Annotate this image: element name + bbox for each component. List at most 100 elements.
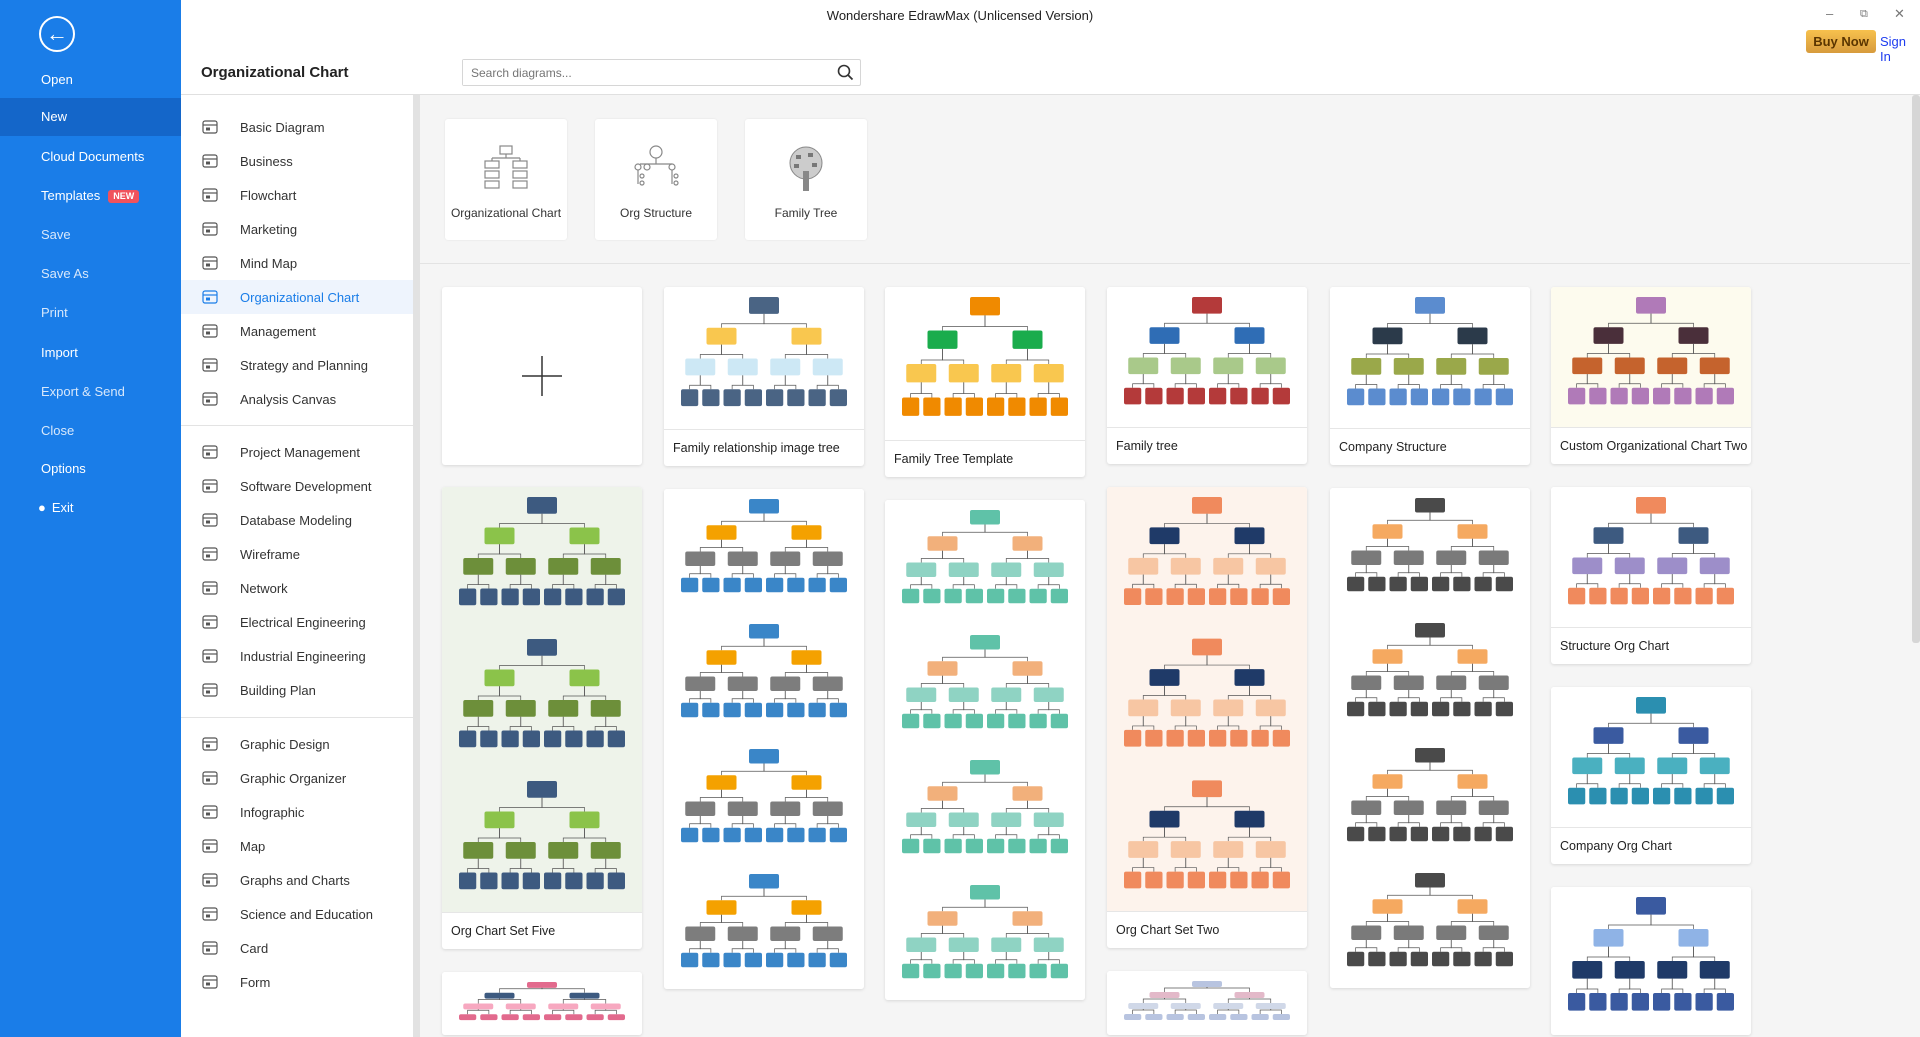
template-card[interactable]: Org Chart Set Two bbox=[1107, 487, 1307, 948]
menu-item-new[interactable]: New bbox=[0, 98, 181, 136]
type-card-organizational-chart[interactable]: Organizational Chart bbox=[445, 119, 567, 240]
category-label: Card bbox=[240, 940, 269, 956]
plus-icon[interactable] bbox=[520, 354, 564, 403]
category-wireframe[interactable]: Wireframe bbox=[181, 537, 413, 571]
section-divider bbox=[420, 263, 1910, 264]
template-card[interactable] bbox=[1107, 971, 1307, 1035]
menu-item-options[interactable]: Options bbox=[0, 450, 181, 488]
menu-item-open[interactable]: Open bbox=[0, 61, 181, 99]
template-title: Family Tree Template bbox=[894, 452, 1014, 466]
strategy-icon bbox=[201, 356, 240, 374]
category-software-development[interactable]: Software Development bbox=[181, 469, 413, 503]
template-title: Family relationship image tree bbox=[673, 441, 840, 455]
category-graphic-design[interactable]: Graphic Design bbox=[181, 727, 413, 761]
category-marketing[interactable]: Marketing bbox=[181, 212, 413, 246]
restore-button[interactable]: ⧉ bbox=[1860, 8, 1868, 21]
category-label: Graphic Organizer bbox=[240, 770, 347, 786]
category-database-modeling[interactable]: Database Modeling bbox=[181, 503, 413, 537]
category-graphic-organizer[interactable]: Graphic Organizer bbox=[181, 761, 413, 795]
template-card[interactable]: Org Chart Set Five bbox=[442, 487, 642, 949]
menu-item-save[interactable]: Save bbox=[0, 216, 181, 254]
category-basic-diagram[interactable]: Basic Diagram bbox=[181, 110, 413, 144]
flowchart-icon bbox=[201, 186, 240, 204]
menu-item-save-as[interactable]: Save As bbox=[0, 255, 181, 293]
category-analysis-canvas[interactable]: Analysis Canvas bbox=[181, 382, 413, 416]
category-label: Graphic Design bbox=[240, 736, 330, 752]
buy-now-button[interactable]: Buy Now bbox=[1806, 30, 1876, 53]
type-card-family-tree[interactable]: Family Tree bbox=[745, 119, 867, 240]
menu-item-print[interactable]: Print bbox=[0, 294, 181, 332]
template-card[interactable]: Company Org Chart bbox=[1551, 687, 1751, 864]
category-management[interactable]: Management bbox=[181, 314, 413, 348]
management-icon bbox=[201, 322, 240, 340]
template-thumbnail-graphic bbox=[885, 500, 1085, 1000]
template-title: Custom Organizational Chart Two bbox=[1560, 439, 1748, 453]
template-card[interactable]: Family tree bbox=[1107, 287, 1307, 464]
category-network[interactable]: Network bbox=[181, 571, 413, 605]
main-scrollbar[interactable] bbox=[1912, 95, 1920, 643]
menu-item-export-send[interactable]: Export & Send bbox=[0, 373, 181, 411]
category-business[interactable]: Business bbox=[181, 144, 413, 178]
close-window-button[interactable]: ✕ bbox=[1894, 6, 1905, 22]
category-industrial-engineering[interactable]: Industrial Engineering bbox=[181, 639, 413, 673]
category-label: Mind Map bbox=[240, 255, 298, 271]
template-card[interactable]: Custom Organizational Chart Two bbox=[1551, 287, 1751, 464]
search-input[interactable] bbox=[463, 60, 823, 85]
template-card[interactable] bbox=[885, 500, 1085, 1000]
category-science-and-education[interactable]: Science and Education bbox=[181, 897, 413, 931]
category-label: Project Management bbox=[240, 444, 360, 460]
sign-in-link[interactable]: Sign In bbox=[1880, 34, 1920, 64]
category-form[interactable]: Form bbox=[181, 965, 413, 999]
category-flowchart[interactable]: Flowchart bbox=[181, 178, 413, 212]
blank-template-card[interactable] bbox=[442, 287, 642, 465]
category-graphs-and-charts[interactable]: Graphs and Charts bbox=[181, 863, 413, 897]
template-card[interactable]: Family Tree Template bbox=[885, 287, 1085, 477]
menu-item-label: Import bbox=[41, 345, 78, 360]
menu-item-import[interactable]: Import bbox=[0, 334, 181, 372]
family-tree-icon bbox=[745, 119, 867, 198]
menu-item-close[interactable]: Close bbox=[0, 412, 181, 450]
minimize-button[interactable]: – bbox=[1826, 6, 1833, 21]
template-thumbnail bbox=[442, 972, 642, 1035]
category-list: Basic Diagram Business Flowchart Marketing M… bbox=[181, 95, 413, 1037]
template-thumbnail bbox=[442, 487, 642, 913]
category-label: Form bbox=[240, 974, 271, 990]
template-card[interactable] bbox=[442, 972, 642, 1035]
category-building-plan[interactable]: Building Plan bbox=[181, 673, 413, 707]
template-card[interactable] bbox=[1330, 488, 1530, 988]
category-label: Strategy and Planning bbox=[240, 357, 368, 373]
category-label: Software Development bbox=[240, 478, 372, 494]
category-label: Management bbox=[240, 323, 316, 339]
template-card[interactable]: Company Structure bbox=[1330, 287, 1530, 465]
menu-item-exit[interactable]: ● Exit bbox=[0, 489, 181, 527]
type-card-org-structure[interactable]: Org Structure bbox=[595, 119, 717, 240]
menu-item-cloud-documents[interactable]: Cloud Documents bbox=[0, 138, 181, 176]
menu-item-templates[interactable]: Templates NEW bbox=[0, 177, 181, 215]
template-card[interactable] bbox=[1551, 887, 1751, 1035]
template-thumbnail bbox=[1551, 887, 1751, 1035]
template-title: Structure Org Chart bbox=[1560, 639, 1670, 653]
template-thumbnail bbox=[885, 287, 1085, 441]
category-mind-map[interactable]: Mind Map bbox=[181, 246, 413, 280]
template-card[interactable]: Structure Org Chart bbox=[1551, 487, 1751, 664]
building-plan-icon bbox=[201, 681, 240, 699]
search-icon[interactable] bbox=[837, 64, 854, 86]
software-icon bbox=[201, 477, 240, 495]
template-thumbnail bbox=[1551, 487, 1751, 628]
template-thumbnail bbox=[1107, 287, 1307, 428]
industrial-icon bbox=[201, 647, 240, 665]
template-thumbnail-graphic bbox=[1107, 287, 1307, 427]
template-thumbnail-graphic bbox=[1107, 971, 1307, 1035]
org-chart-icon bbox=[445, 119, 567, 194]
category-electrical-engineering[interactable]: Electrical Engineering bbox=[181, 605, 413, 639]
category-card[interactable]: Card bbox=[181, 931, 413, 965]
template-card[interactable]: Family relationship image tree bbox=[664, 287, 864, 466]
category-project-management[interactable]: Project Management bbox=[181, 435, 413, 469]
category-map[interactable]: Map bbox=[181, 829, 413, 863]
category-strategy-and-planning[interactable]: Strategy and Planning bbox=[181, 348, 413, 382]
template-card[interactable] bbox=[664, 489, 864, 989]
category-organizational-chart[interactable]: Organizational Chart bbox=[181, 280, 413, 314]
category-scrollbar[interactable] bbox=[413, 95, 420, 1037]
category-infographic[interactable]: Infographic bbox=[181, 795, 413, 829]
template-area: Organizational Chart Org Structure Family … bbox=[420, 95, 1920, 1037]
